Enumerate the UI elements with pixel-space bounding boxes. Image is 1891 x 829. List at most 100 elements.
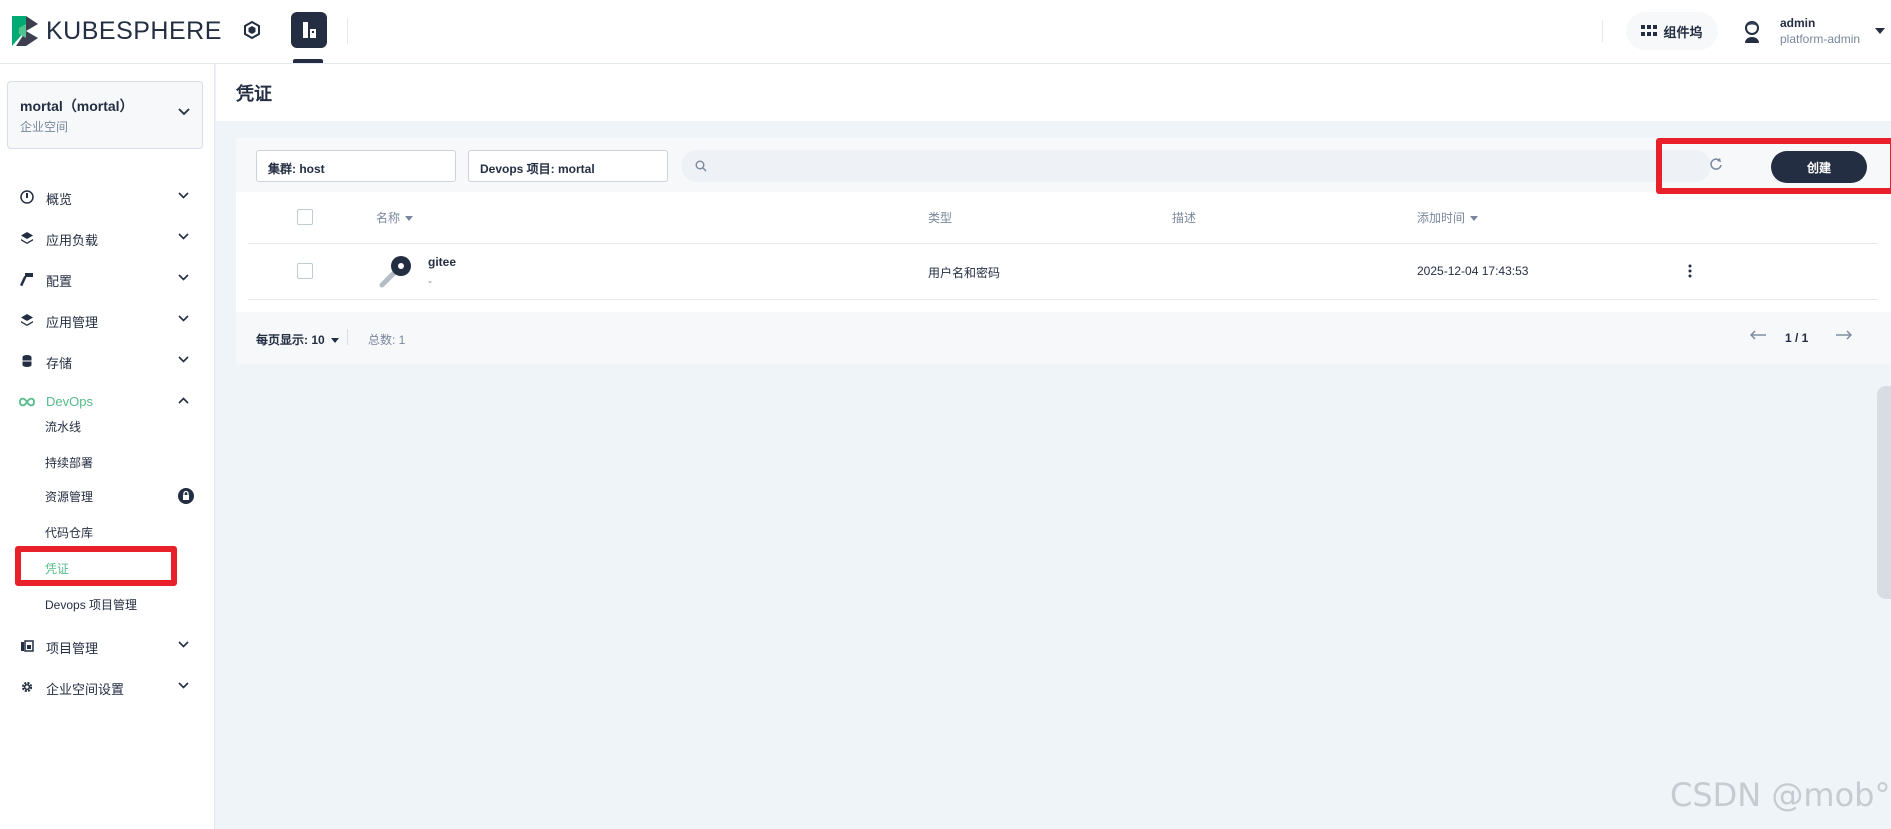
- arrow-right-icon[interactable]: [1835, 329, 1853, 341]
- select-all-checkbox[interactable]: [297, 209, 313, 225]
- divider: [1602, 20, 1603, 42]
- page-size-label: 每页显示: 10: [256, 333, 325, 347]
- sidebar-item-label: DevOps: [46, 394, 93, 409]
- page-title: 凭证: [236, 84, 272, 104]
- sidebar-item-overview[interactable]: 概览: [0, 179, 215, 215]
- column-header-name[interactable]: 名称: [376, 209, 414, 226]
- divider: [347, 18, 348, 44]
- sidebar-item-label: 应用管理: [46, 315, 99, 330]
- brand-name: KUBESPHERE: [46, 16, 222, 45]
- sidebar-item-label: 应用负载: [46, 233, 99, 248]
- user-name[interactable]: admin: [1780, 16, 1815, 30]
- page-header: 凭证: [216, 64, 1891, 121]
- chevron-down-icon: [178, 274, 189, 281]
- divider: [248, 299, 1878, 300]
- row-checkbox[interactable]: [297, 263, 313, 279]
- table-footer: 每页显示: 10 总数: 1 1 / 1: [236, 312, 1891, 364]
- caret-down-icon: [330, 338, 339, 344]
- dashboard-icon: [20, 190, 34, 204]
- chevron-down-icon: [178, 315, 189, 322]
- divider: [248, 243, 1878, 244]
- sort-caret-icon: [1470, 216, 1479, 222]
- chevron-down-icon: [178, 192, 189, 199]
- kubesphere-logo[interactable]: KUBESPHERE: [10, 14, 222, 48]
- sidebar-subitem-code-repos[interactable]: 代码仓库: [45, 524, 93, 541]
- storage-icon: [22, 355, 32, 367]
- top-navbar: KUBESPHERE 组件坞 admin platform-admin: [0, 0, 1891, 64]
- grid-icon: [1641, 25, 1658, 36]
- sidebar-item-devops[interactable]: DevOps: [0, 384, 215, 420]
- active-nav-indicator: [293, 59, 323, 63]
- platform-nav-button[interactable]: [234, 12, 270, 48]
- layers-icon: [21, 232, 33, 244]
- sidebar-item-label: 存储: [46, 356, 73, 371]
- key-icon: [379, 256, 411, 288]
- infinity-icon: [19, 397, 35, 407]
- credential-created: 2025-12-04 17:43:53: [1417, 264, 1529, 278]
- user-avatar-icon[interactable]: [1741, 20, 1763, 44]
- workspace-title: mortal（mortal）: [20, 98, 134, 114]
- chevron-up-icon: [178, 397, 189, 404]
- floating-toolkit-widget[interactable]: [1877, 386, 1891, 599]
- credentials-panel: 集群: host Devops 项目: mortal 创建 名称 类型 描述 添…: [236, 138, 1891, 364]
- credential-type: 用户名和密码: [928, 266, 1001, 280]
- hammer-icon: [20, 273, 33, 286]
- page-size-select[interactable]: 每页显示: 10: [256, 331, 339, 348]
- cube-icon: [244, 20, 260, 40]
- chevron-down-icon: [178, 108, 190, 116]
- sort-caret-icon: [405, 216, 414, 222]
- sidebar-item-label: 配置: [46, 274, 73, 289]
- toolbar: 集群: host Devops 项目: mortal 创建: [236, 138, 1891, 192]
- page-indicator: 1 / 1: [1785, 331, 1809, 345]
- workspace-nav-button[interactable]: [291, 12, 327, 48]
- chevron-down-icon: [178, 682, 189, 689]
- column-header-label: 名称: [376, 211, 401, 225]
- more-options-icon[interactable]: [1688, 264, 1692, 278]
- divider: [347, 329, 348, 345]
- lock-icon: [178, 488, 194, 504]
- watermark: CSDN @mob°: [1670, 776, 1891, 814]
- total-count: 总数: 1: [368, 333, 406, 347]
- component-dock-button[interactable]: 组件坞: [1626, 12, 1718, 50]
- user-role: platform-admin: [1780, 32, 1861, 46]
- sidebar-subitem-resource-management[interactable]: 资源管理: [45, 488, 93, 505]
- sidebar-item-label: 概览: [46, 192, 73, 207]
- sidebar-subitem-pipelines[interactable]: 流水线: [45, 418, 81, 435]
- sidebar-item-project-management[interactable]: 项目管理: [0, 628, 215, 664]
- highlight-box-credentials: [15, 546, 177, 586]
- cluster-filter[interactable]: 集群: host: [256, 150, 456, 182]
- column-header-label: 添加时间: [1417, 211, 1466, 225]
- column-header-type: 类型: [928, 211, 953, 225]
- sidebar-item-app-management[interactable]: 应用管理: [0, 302, 215, 338]
- workspace-selector[interactable]: mortal（mortal） 企业空间: [7, 81, 203, 149]
- gear-icon: [21, 681, 33, 693]
- search-input[interactable]: [681, 150, 1711, 182]
- search-icon: [695, 160, 707, 172]
- sidebar-item-workloads[interactable]: 应用负载: [0, 220, 215, 256]
- sidebar-item-config[interactable]: 配置: [0, 261, 215, 297]
- sidebar-item-workspace-settings[interactable]: 企业空间设置: [0, 669, 215, 705]
- sidebar-item-label: 企业空间设置: [46, 682, 125, 697]
- column-header-created[interactable]: 添加时间: [1417, 209, 1479, 226]
- credential-subtitle: -: [428, 274, 432, 288]
- sidebar-subitem-continuous-deployment[interactable]: 持续部署: [45, 454, 93, 471]
- component-dock-label: 组件坞: [1663, 24, 1703, 40]
- devops-project-filter[interactable]: Devops 项目: mortal: [468, 150, 668, 182]
- credential-name[interactable]: gitee: [428, 255, 456, 269]
- chevron-down-icon: [178, 356, 189, 363]
- highlight-box-create: [1656, 138, 1891, 194]
- arrow-left-icon[interactable]: [1749, 329, 1767, 341]
- sidebar-item-label: 项目管理: [46, 641, 99, 656]
- enterprise-icon: [303, 22, 316, 38]
- kubesphere-logo-icon: [12, 16, 38, 46]
- workspace-subtitle: 企业空间: [20, 120, 69, 134]
- chevron-down-icon: [178, 641, 189, 648]
- sidebar-subitem-devops-project-management[interactable]: Devops 项目管理: [45, 596, 137, 613]
- project-icon: [21, 640, 34, 652]
- layers-icon: [21, 314, 33, 326]
- column-header-description: 描述: [1172, 211, 1197, 225]
- sidebar: mortal（mortal） 企业空间 概览 应用负载 配置 应用管理 存储 D…: [0, 64, 215, 829]
- sidebar-item-storage[interactable]: 存储: [0, 343, 215, 379]
- caret-down-icon[interactable]: [1875, 28, 1885, 34]
- chevron-down-icon: [178, 233, 189, 240]
